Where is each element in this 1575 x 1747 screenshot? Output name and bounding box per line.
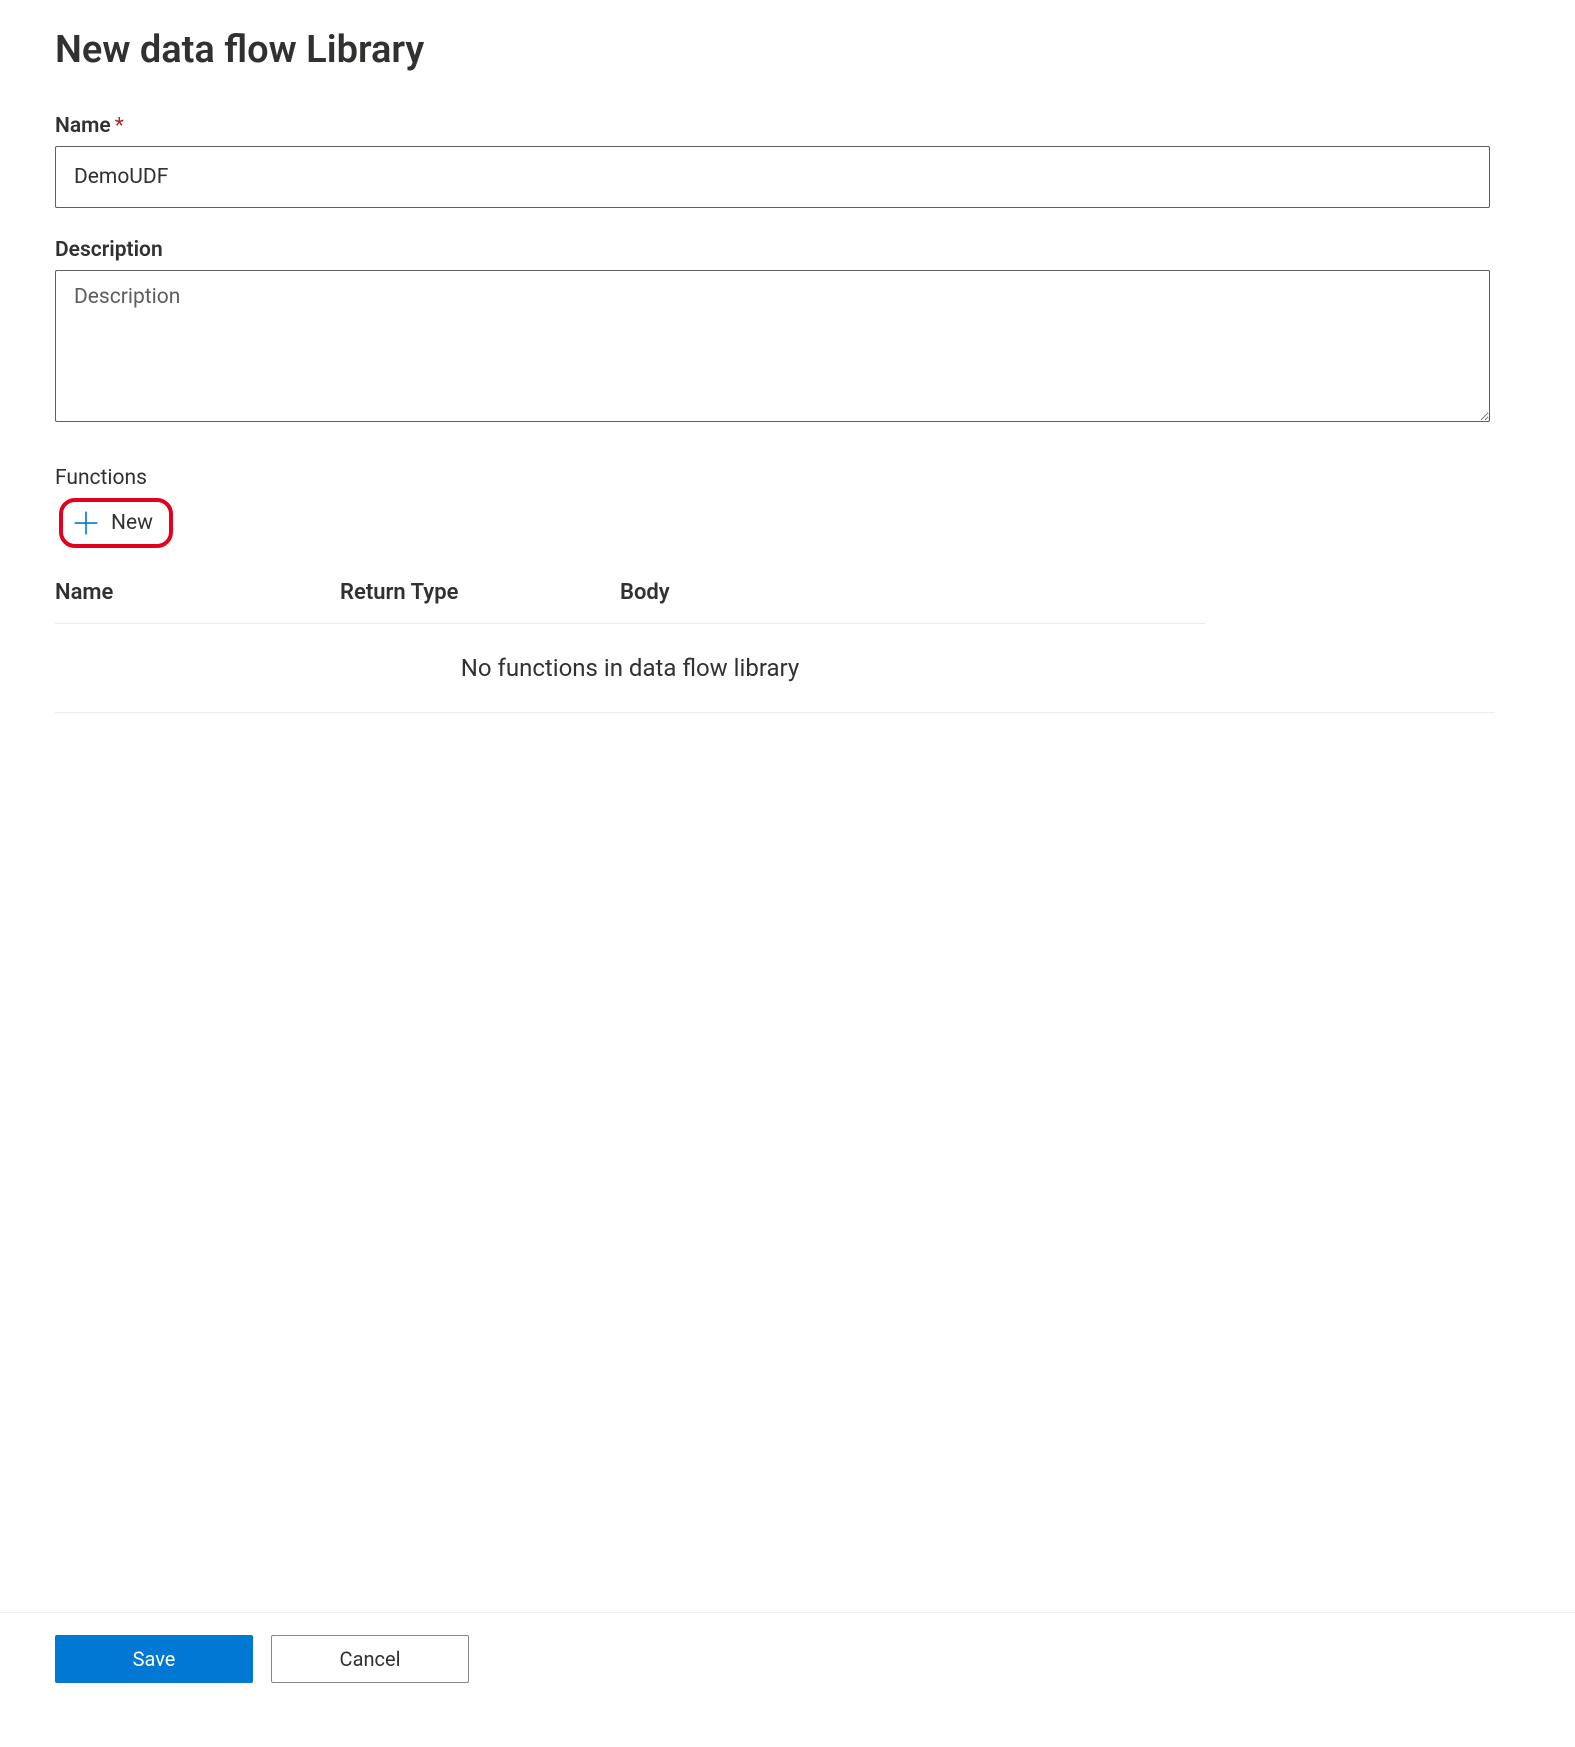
column-header-return-type: Return Type: [340, 566, 620, 624]
name-field-group: Name*: [55, 114, 1520, 208]
page-title: New data flow Library: [55, 28, 1520, 72]
name-label-text: Name: [55, 114, 111, 138]
new-function-button[interactable]: New: [67, 506, 159, 540]
new-button-annotation: New: [59, 498, 173, 548]
name-label: Name*: [55, 114, 1520, 138]
name-input[interactable]: [55, 146, 1490, 208]
footer: Save Cancel: [0, 1612, 1575, 1683]
save-button[interactable]: Save: [55, 1635, 253, 1683]
column-header-name: Name: [55, 566, 340, 624]
functions-table-header-row: Name Return Type Body: [55, 566, 1205, 624]
functions-empty-message: No functions in data flow library: [55, 624, 1205, 713]
description-field-group: Description: [55, 238, 1520, 426]
plus-icon: [73, 510, 99, 536]
required-asterisk: *: [115, 114, 124, 138]
column-header-body: Body: [620, 566, 1205, 624]
description-textarea[interactable]: [55, 270, 1490, 422]
functions-table: Name Return Type Body No functions in da…: [55, 566, 1205, 712]
description-label: Description: [55, 238, 1520, 262]
new-button-label: New: [111, 511, 153, 535]
table-divider: [55, 712, 1495, 713]
functions-empty-row: No functions in data flow library: [55, 624, 1205, 713]
functions-label: Functions: [55, 466, 1520, 490]
cancel-button[interactable]: Cancel: [271, 1635, 469, 1683]
functions-section: Functions New Name Return Type B: [55, 466, 1520, 713]
